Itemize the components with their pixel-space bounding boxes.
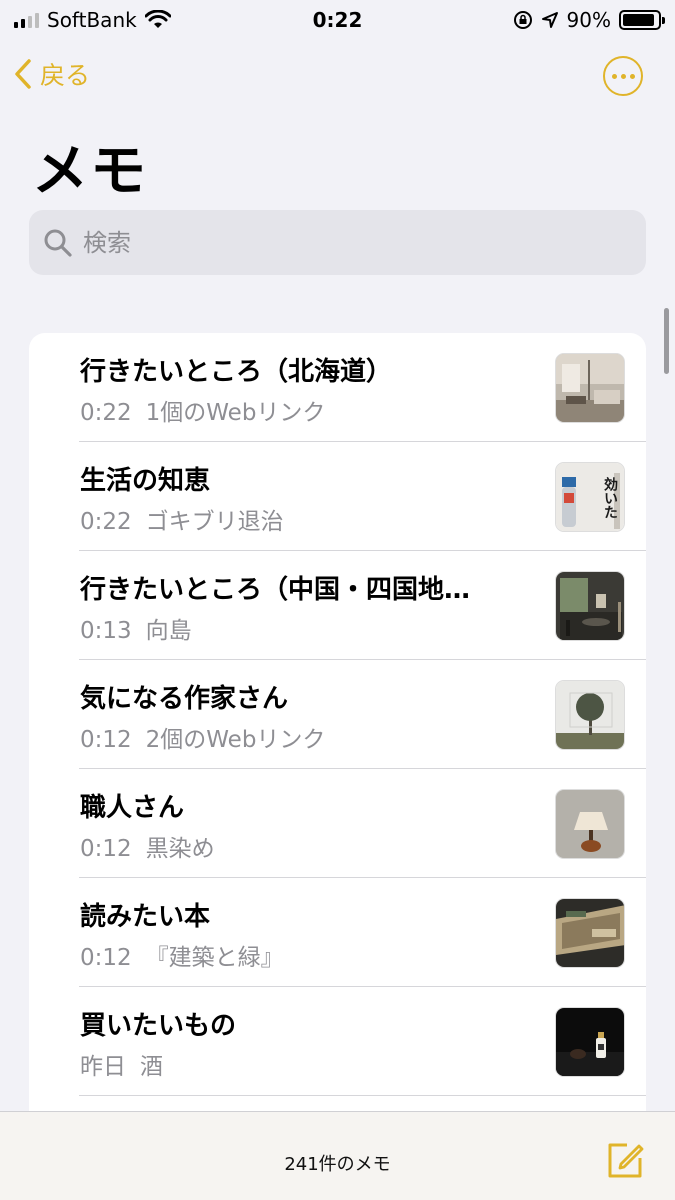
note-subtitle: 0:22 1個のWebリンク bbox=[80, 393, 325, 427]
note-time: 0:12 bbox=[80, 727, 132, 753]
signal-strength-icon bbox=[14, 12, 39, 28]
note-subtitle: 0:22 ゴキブリ退治 bbox=[80, 502, 284, 536]
note-thumbnail bbox=[555, 898, 625, 968]
note-preview: 1個のWebリンク bbox=[145, 400, 326, 426]
scroll-indicator[interactable] bbox=[664, 308, 669, 374]
note-thumbnail bbox=[555, 1007, 625, 1077]
notes-count: 241件のメモ bbox=[284, 1154, 391, 1175]
note-time: 昨日 bbox=[80, 1054, 126, 1080]
note-preview: 酒 bbox=[140, 1054, 163, 1080]
note-row[interactable]: 気になる作家さん 0:12 2個のWebリンク bbox=[29, 660, 646, 769]
note-title: 買いたいもの bbox=[80, 1011, 237, 1041]
note-time: 0:13 bbox=[80, 618, 132, 644]
status-bar: SoftBank 0:22 90% bbox=[0, 0, 675, 40]
note-row[interactable]: 職人さん 0:12 黒染め bbox=[29, 769, 646, 878]
battery-percent: 90% bbox=[566, 8, 611, 32]
navigation-bar: 戻る bbox=[0, 52, 675, 102]
note-title: 生活の知恵 bbox=[80, 466, 211, 496]
note-row[interactable]: 生活の知恵 0:22 ゴキブリ退治 効いた bbox=[29, 442, 646, 551]
note-title: 気になる作家さん bbox=[80, 684, 289, 714]
note-title: 読みたい本 bbox=[80, 902, 211, 932]
note-preview: 黒染め bbox=[145, 836, 215, 862]
search-bar[interactable] bbox=[29, 210, 646, 275]
note-subtitle: 0:12 『建築と緑』 bbox=[80, 938, 284, 972]
more-options-button[interactable] bbox=[603, 56, 643, 96]
thumbnail-caption: 効いた bbox=[602, 476, 618, 519]
note-thumbnail bbox=[555, 571, 625, 641]
note-preview: 向島 bbox=[145, 618, 192, 644]
note-title: 職人さん bbox=[80, 793, 185, 823]
notes-list: 行きたいところ（北海道） 0:22 1個のWebリンク 生活の知恵 0:22 ゴキブ… bbox=[29, 333, 646, 1123]
chevron-left-icon bbox=[15, 59, 31, 89]
note-title: 行きたいところ（中国・四国地… bbox=[80, 575, 471, 605]
search-icon bbox=[44, 229, 72, 257]
back-button[interactable]: 戻る bbox=[14, 56, 90, 92]
note-time: 0:22 bbox=[80, 400, 132, 426]
note-subtitle: 0:13 向島 bbox=[80, 611, 192, 645]
note-thumbnail: 効いた bbox=[555, 462, 625, 532]
wifi-icon bbox=[144, 10, 171, 28]
compose-icon[interactable] bbox=[605, 1140, 645, 1180]
carrier-name: SoftBank bbox=[47, 8, 137, 32]
note-thumbnail bbox=[555, 789, 625, 859]
back-label: 戻る bbox=[40, 61, 91, 90]
search-input[interactable] bbox=[83, 228, 583, 257]
note-subtitle: 0:12 2個のWebリンク bbox=[80, 720, 325, 754]
location-icon bbox=[541, 12, 558, 28]
note-row[interactable]: 買いたいもの 昨日酒 bbox=[29, 987, 646, 1096]
bottom-toolbar: 241件のメモ bbox=[0, 1111, 675, 1200]
note-row[interactable]: 行きたいところ（中国・四国地… 0:13 向島 bbox=[29, 551, 646, 660]
battery-icon bbox=[619, 10, 665, 30]
ellipsis-icon bbox=[611, 73, 617, 79]
note-time: 0:12 bbox=[80, 945, 132, 971]
note-time: 0:22 bbox=[80, 509, 132, 535]
note-title: 行きたいところ（北海道） bbox=[80, 357, 393, 387]
note-row[interactable]: 読みたい本 0:12 『建築と緑』 bbox=[29, 878, 646, 987]
note-subtitle: 0:12 黒染め bbox=[80, 829, 215, 863]
note-row[interactable]: 行きたいところ（北海道） 0:22 1個のWebリンク bbox=[29, 333, 646, 442]
page-title: メモ bbox=[32, 139, 148, 204]
rotation-lock-icon bbox=[513, 11, 532, 29]
note-thumbnail bbox=[555, 353, 625, 423]
note-time: 0:12 bbox=[80, 836, 132, 862]
note-preview: ゴキブリ退治 bbox=[145, 509, 284, 535]
note-preview: 『建築と緑』 bbox=[145, 945, 284, 971]
note-preview: 2個のWebリンク bbox=[145, 727, 326, 753]
note-thumbnail bbox=[555, 680, 625, 750]
note-subtitle: 昨日酒 bbox=[80, 1047, 163, 1081]
